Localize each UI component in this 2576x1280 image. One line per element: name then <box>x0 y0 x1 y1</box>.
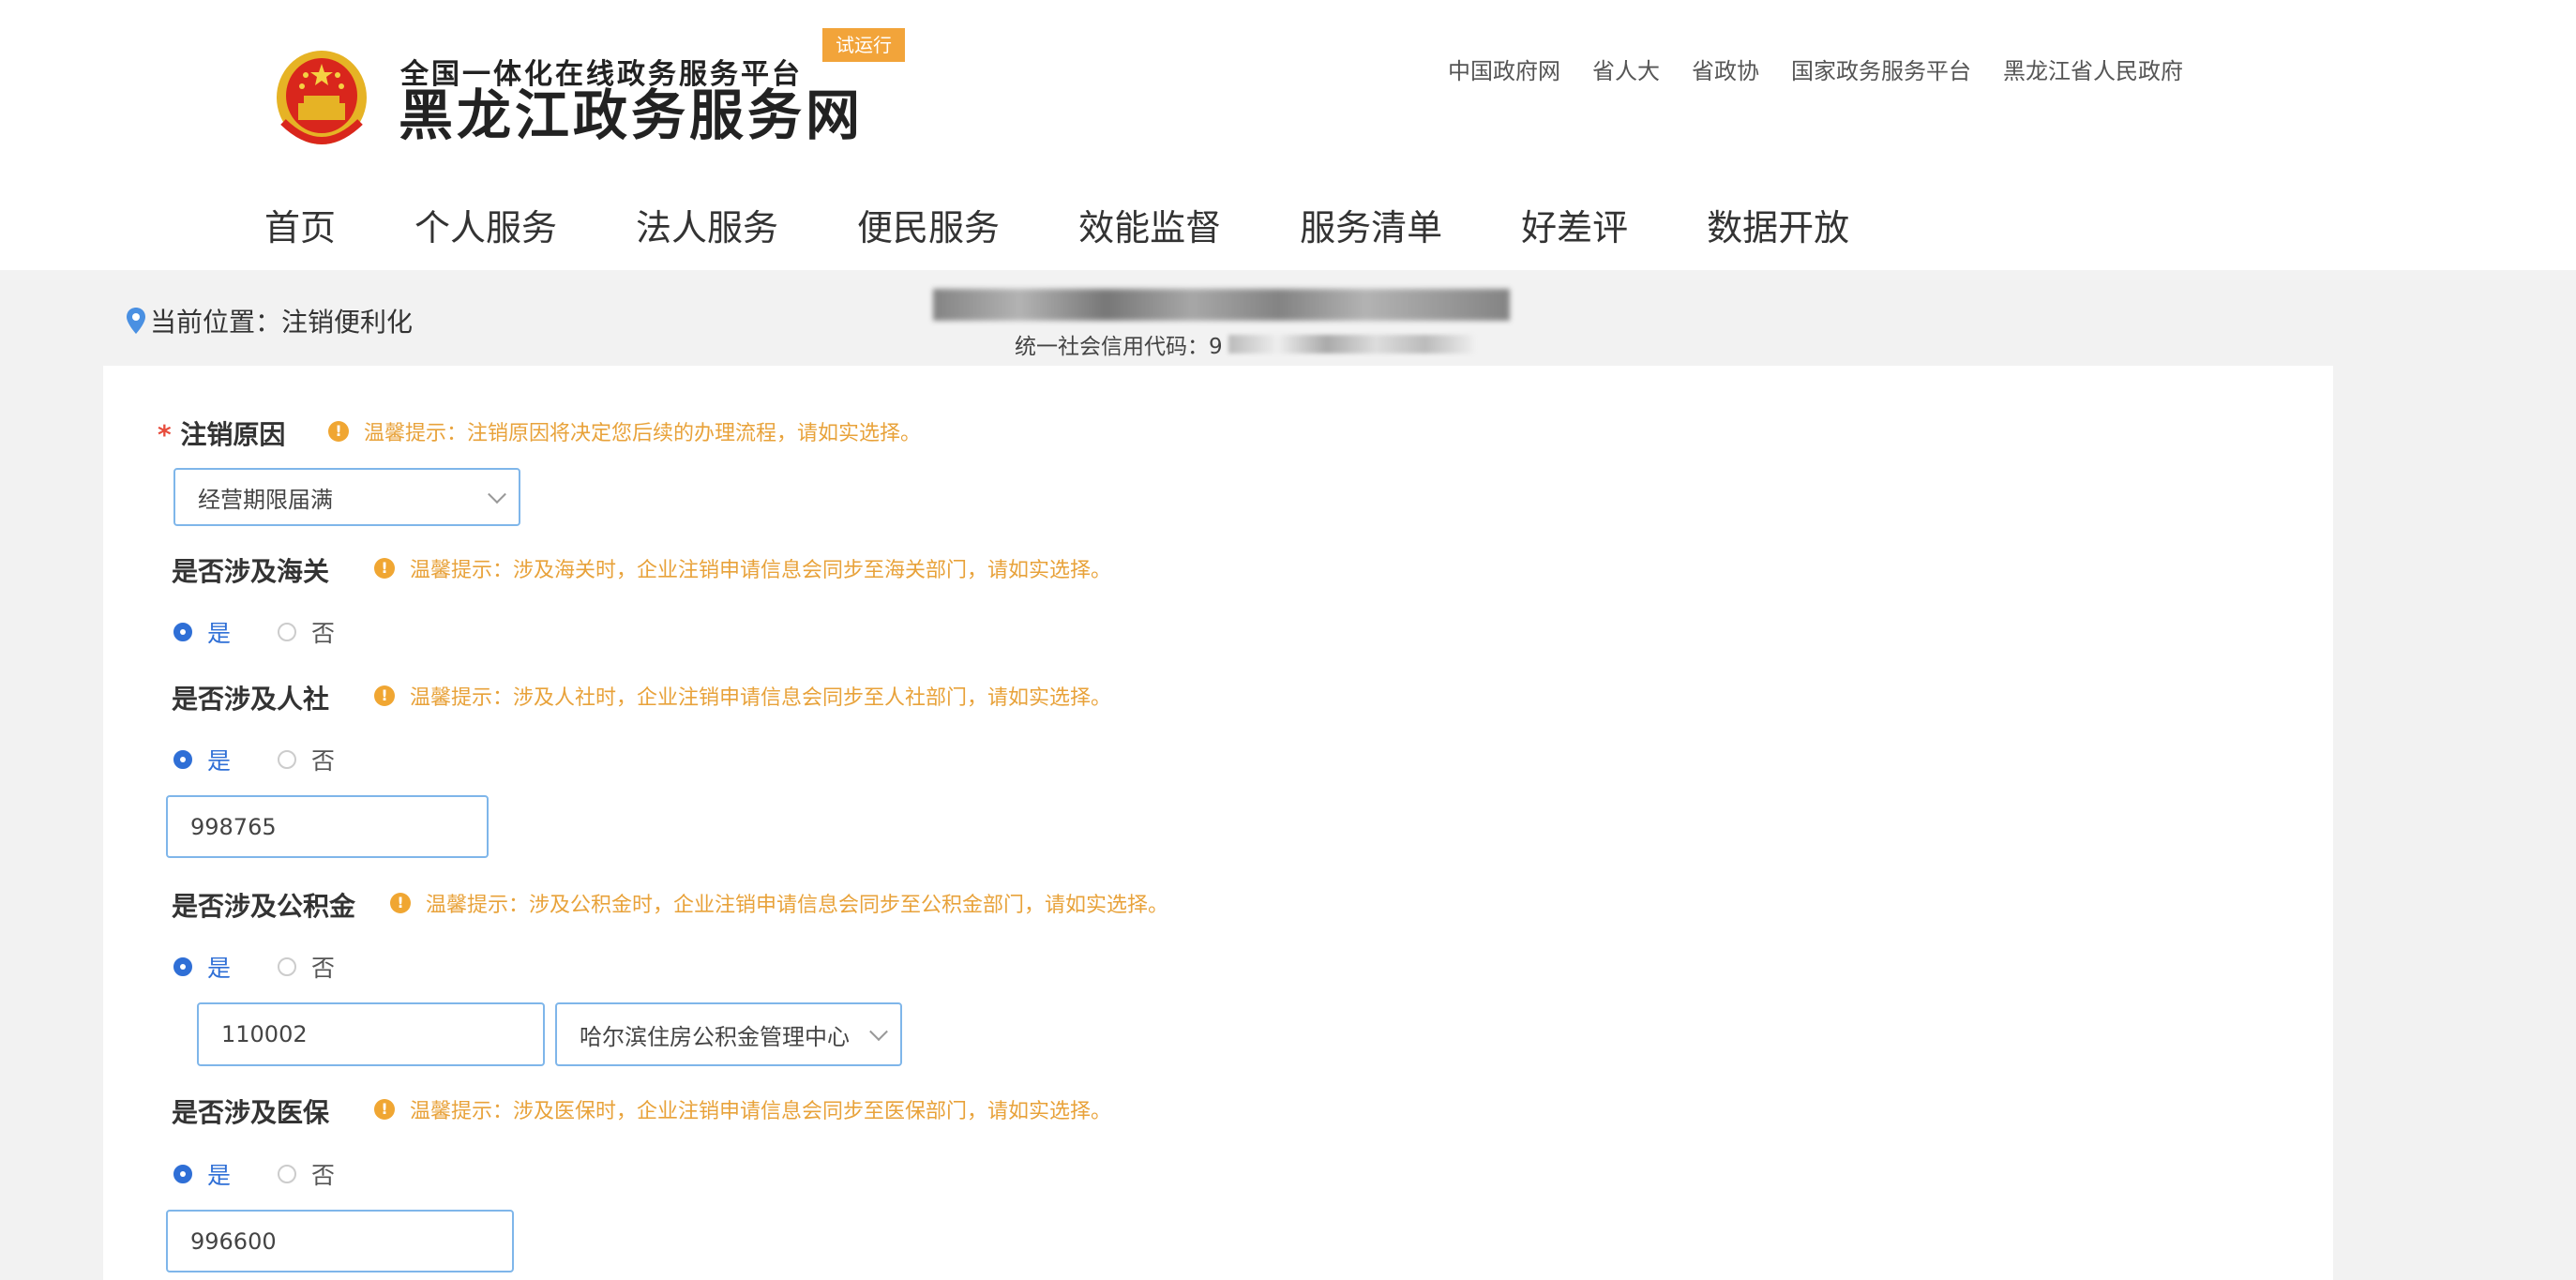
breadcrumb: 当前位置：注销便利化 <box>126 302 413 339</box>
medical-label: 是否涉及医保 <box>172 1097 330 1128</box>
warning-icon: ! <box>374 558 395 579</box>
customs-radio-group: 是 否 <box>173 615 382 649</box>
top-link-npc[interactable]: 省人大 <box>1592 53 1660 85</box>
nav-open-data[interactable]: 数据开放 <box>1707 199 1849 250</box>
reason-label: * 注销原因 <box>158 419 286 450</box>
main-nav: 首页 个人服务 法人服务 便民服务 效能监督 服务清单 好差评 数据开放 <box>264 199 1849 250</box>
nav-legal-person[interactable]: 法人服务 <box>636 199 778 250</box>
social-radio-group: 是 否 <box>173 743 382 776</box>
fund-center-select[interactable]: 哈尔滨住房公积金管理中心 <box>555 1002 902 1066</box>
warning-icon: ! <box>374 1099 395 1120</box>
trial-badge: 试运行 <box>822 28 905 62</box>
national-emblem-icon <box>277 51 367 144</box>
nav-supervision[interactable]: 效能监督 <box>1078 199 1221 250</box>
credit-code-blur <box>1228 335 1474 354</box>
social-label: 是否涉及人社 <box>172 684 330 715</box>
location-pin-icon <box>127 308 145 334</box>
social-radio-no[interactable]: 否 <box>278 743 335 776</box>
medical-code-input[interactable] <box>166 1210 514 1272</box>
nav-convenience[interactable]: 便民服务 <box>857 199 1000 250</box>
nav-service-list[interactable]: 服务清单 <box>1300 199 1442 250</box>
fund-radio-group: 是 否 <box>173 950 382 984</box>
required-star-icon: * <box>158 419 181 450</box>
customs-tip: ! 温馨提示：涉及海关时，企业注销申请信息会同步至海关部门，请如实选择。 <box>374 553 1111 583</box>
chevron-down-icon <box>869 1022 888 1042</box>
medical-radio-no[interactable]: 否 <box>278 1157 335 1191</box>
site-header: 全国一体化在线政务服务平台 黑龙江政务服务网 试运行 中国政府网 省人大 省政协… <box>0 0 2576 270</box>
medical-radio-yes[interactable]: 是 <box>173 1157 231 1191</box>
company-name-redacted <box>933 285 1510 323</box>
company-name-blur <box>933 289 1510 321</box>
warning-icon: ! <box>374 685 395 706</box>
customs-radio-yes[interactable]: 是 <box>173 615 231 649</box>
top-links: 中国政府网 省人大 省政协 国家政务服务平台 黑龙江省人民政府 <box>1448 53 2183 85</box>
fund-radio-yes[interactable]: 是 <box>173 950 231 984</box>
reason-tip: ! 温馨提示：注销原因将决定您后续的办理流程，请如实选择。 <box>328 416 921 446</box>
credit-code: 统一社会信用代码：9 <box>1015 328 1474 360</box>
social-tip: ! 温馨提示：涉及人社时，企业注销申请信息会同步至人社部门，请如实选择。 <box>374 681 1111 711</box>
fund-label: 是否涉及公积金 <box>172 891 356 922</box>
fund-tip: ! 温馨提示：涉及公积金时，企业注销申请信息会同步至公积金部门，请如实选择。 <box>390 888 1168 918</box>
social-radio-yes[interactable]: 是 <box>173 743 231 776</box>
breadcrumb-label: 当前位置：注销便利化 <box>150 307 414 338</box>
warning-icon: ! <box>328 421 349 442</box>
customs-label: 是否涉及海关 <box>172 556 330 587</box>
medical-tip: ! 温馨提示：涉及医保时，企业注销申请信息会同步至医保部门，请如实选择。 <box>374 1094 1111 1124</box>
chevron-down-icon <box>488 485 506 504</box>
top-link-national-platform[interactable]: 国家政务服务平台 <box>1791 53 1971 85</box>
nav-rating[interactable]: 好差评 <box>1521 199 1628 250</box>
fund-code-input[interactable] <box>197 1002 545 1066</box>
warning-icon: ! <box>390 893 411 913</box>
nav-home[interactable]: 首页 <box>264 199 336 250</box>
logo-title[interactable]: 黑龙江政务服务网 <box>399 84 864 147</box>
medical-radio-group: 是 否 <box>173 1157 382 1191</box>
nav-personal[interactable]: 个人服务 <box>414 199 557 250</box>
top-link-provincial-gov[interactable]: 黑龙江省人民政府 <box>2003 53 2183 85</box>
social-code-input[interactable] <box>166 795 489 858</box>
fund-radio-no[interactable]: 否 <box>278 950 335 984</box>
reason-select[interactable]: 经营期限届满 <box>173 468 520 526</box>
top-link-cppcc[interactable]: 省政协 <box>1692 53 1759 85</box>
top-link-gov[interactable]: 中国政府网 <box>1448 53 1560 85</box>
credit-code-label: 统一社会信用代码：9 <box>1015 335 1223 359</box>
customs-radio-no[interactable]: 否 <box>278 615 335 649</box>
